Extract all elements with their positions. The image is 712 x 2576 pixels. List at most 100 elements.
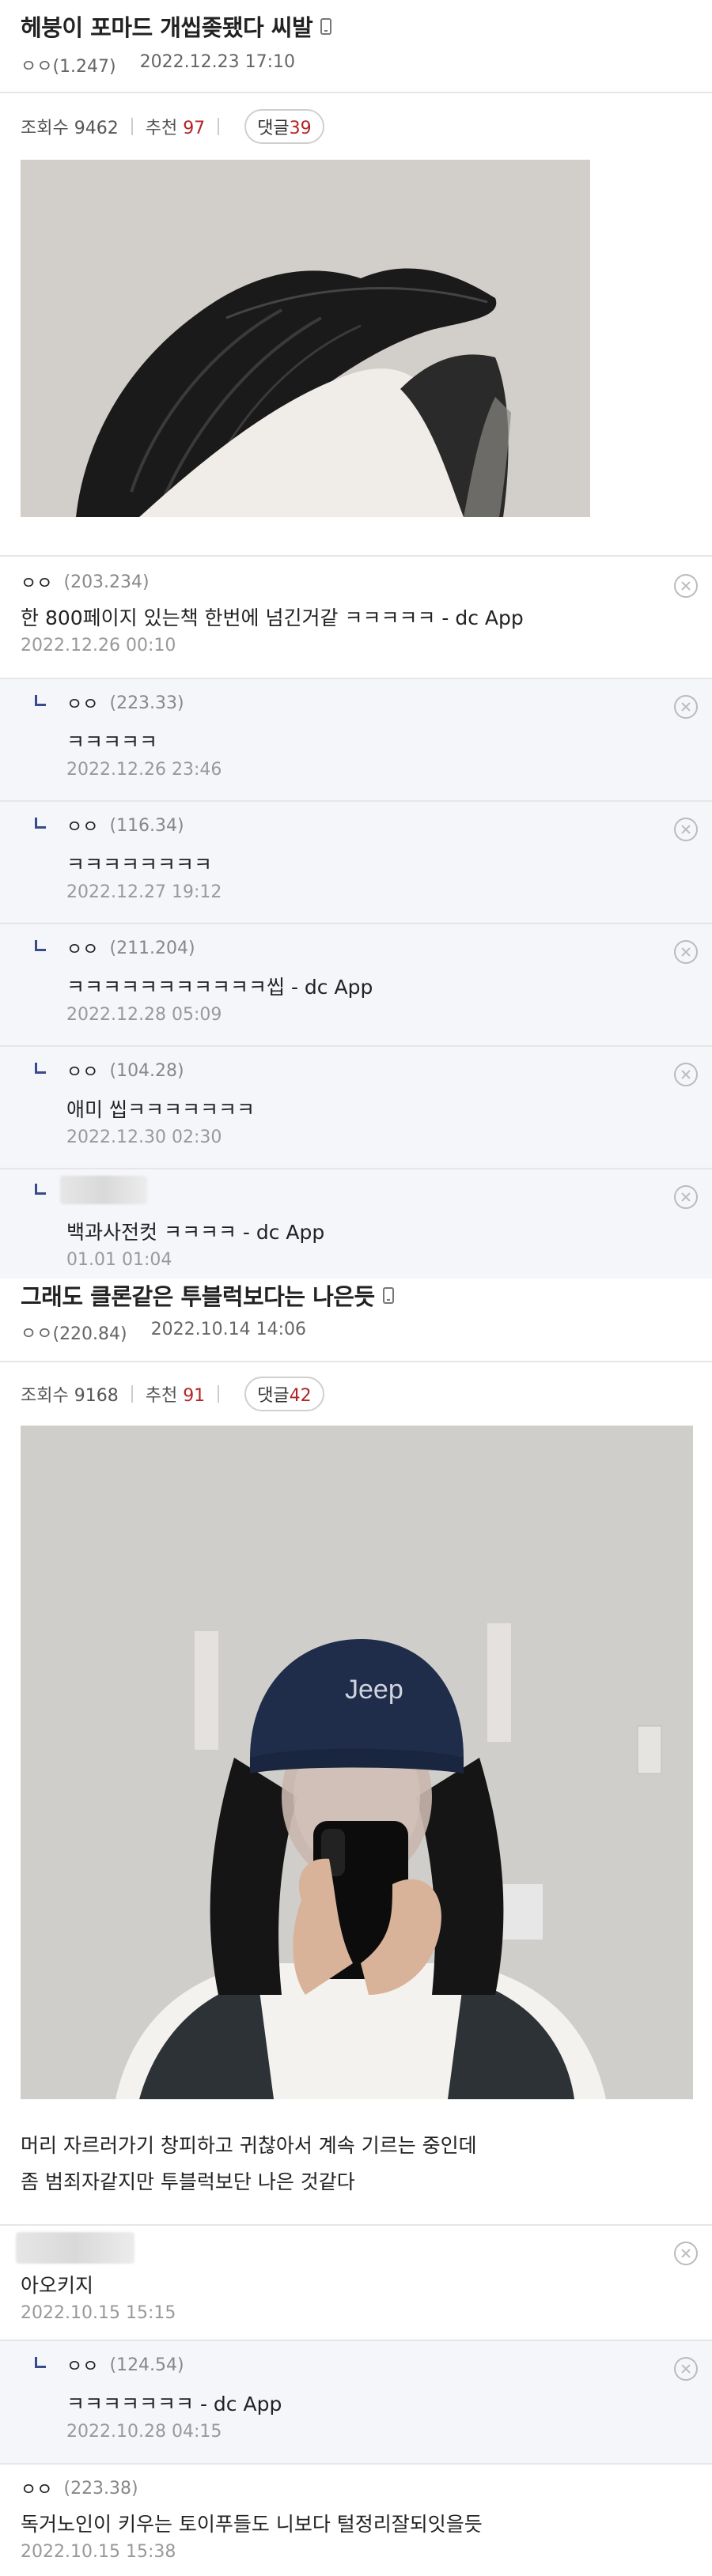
blurred-nickname (60, 1176, 147, 1204)
post-date: 2022.10.14 14:06 (150, 1320, 306, 1339)
separator (131, 1385, 133, 1403)
comment-text: 아오키지 (21, 2274, 94, 2297)
delete-comment-icon[interactable] (674, 2357, 698, 2381)
delete-comment-icon[interactable] (674, 1063, 698, 1086)
pompadour-photo (21, 160, 590, 517)
comment-nickname[interactable]: ㅇㅇ (21, 569, 52, 595)
comment-count-badge[interactable]: 댓글42 (244, 1377, 324, 1411)
reply-comment: 백과사전컷 ㅋㅋㅋㅋ - dc App 01.01 01:04 (0, 1169, 712, 1279)
recommend-value: 97 (183, 119, 206, 138)
post-meta: ㅇㅇ(1.247) 2022.12.23 17:10 (21, 52, 691, 77)
post-meta: ㅇㅇ(220.84) 2022.10.14 14:06 (21, 1320, 691, 1344)
comment-date: 2022.12.27 19:12 (66, 882, 222, 902)
comment-text: 백과사전컷 ㅋㅋㅋㅋ - dc App (66, 1221, 325, 1244)
comment-count: 42 (289, 1386, 312, 1406)
reply-comment: ㅇㅇ (116.34) ㅋㅋㅋㅋㅋㅋㅋㅋ 2022.12.27 19:12 (0, 802, 712, 924)
comment-text: ㅋㅋㅋㅋㅋ (66, 731, 158, 754)
reply-arrow-icon (35, 695, 46, 706)
mobile-phone-icon (382, 1286, 394, 1304)
reply-comment: ㅇㅇ (211.204) ㅋㅋㅋㅋㅋㅋㅋㅋㅋㅋㅋ씹 - dc App 2022.… (0, 924, 712, 1047)
comment: ㅇㅇ (223.38) 독거노인이 키우는 토이푸들도 니보다 털정리잘되잇을듯… (0, 2465, 712, 2567)
post-header: 헤붕이 포마드 개씹좆됐다 씨발 ㅇㅇ(1.247) 2022.12.23 17… (0, 0, 712, 77)
recommend-label: 추천 (145, 119, 178, 138)
comment-header: ㅇㅇ (223.33) (66, 690, 184, 716)
comment-header: ㅇㅇ (124.54) (66, 2352, 184, 2378)
comment-text: 한 800페이지 있는책 한번에 넘긴거같 ㅋㅋㅋㅋㅋ - dc App (21, 606, 524, 629)
comment-ip: (104.28) (109, 1060, 184, 1081)
comment-ip: (116.34) (109, 815, 184, 836)
view-count: 조회수 9462 (21, 119, 119, 138)
reply-arrow-icon (35, 1184, 46, 1195)
reply-comment: ㅇㅇ (124.54) ㅋㅋㅋㅋㅋㅋㅋ - dc App 2022.10.28 … (0, 2341, 712, 2465)
comment-header: ㅇㅇ (116.34) (66, 813, 184, 838)
comment-nickname[interactable]: ㅇㅇ (21, 2476, 52, 2501)
comment-ip: (211.204) (109, 938, 195, 958)
delete-comment-icon[interactable] (674, 818, 698, 841)
post-body-line: 머리 자르러가기 창피하고 귀찮아서 계속 기르는 중인데 (21, 2134, 477, 2157)
comment-header: ㅇㅇ (104.28) (66, 1058, 184, 1083)
comment-label: 댓글 (257, 119, 290, 138)
post-author[interactable]: ㅇㅇ(220.84) (21, 1320, 127, 1344)
separator (218, 118, 220, 135)
comment-date: 2022.12.30 02:30 (66, 1127, 222, 1147)
post-1: 헤붕이 포마드 개씹좆됐다 씨발 ㅇㅇ(1.247) 2022.12.23 17… (0, 0, 712, 1279)
delete-comment-icon[interactable] (674, 574, 698, 598)
comment-ip: (223.33) (109, 693, 184, 713)
blurred-nickname (16, 2232, 134, 2264)
reply-comment: ㅇㅇ (223.33) ㅋㅋㅋㅋㅋ 2022.12.26 23:46 (0, 679, 712, 802)
comment-date: 2022.12.28 05:09 (66, 1005, 222, 1025)
post-image: Jeep (21, 1426, 693, 2099)
reply-arrow-icon (35, 2357, 46, 2368)
delete-comment-icon[interactable] (674, 695, 698, 719)
post-body-line: 좀 범죄자같지만 투블럭보단 나은 것같다 (21, 2170, 355, 2193)
comment-text: ㅋㅋㅋㅋㅋㅋㅋㅋㅋㅋㅋ씹 - dc App (66, 976, 373, 999)
comment-text: ㅋㅋㅋㅋㅋㅋㅋㅋ (66, 853, 213, 876)
recommend-value: 91 (183, 1386, 206, 1406)
recommend-count: 추천 91 (146, 1381, 205, 1407)
comment-nickname[interactable]: ㅇㅇ (66, 690, 98, 716)
post-title-text: 헤붕이 포마드 개씹좆됐다 씨발 (21, 14, 313, 41)
comment: ㅇㅇ (203.234) 한 800페이지 있는책 한번에 넘긴거같 ㅋㅋㅋㅋㅋ… (0, 557, 712, 679)
comment-text: ㅋㅋㅋㅋㅋㅋㅋ - dc App (66, 2393, 282, 2415)
comment-nickname[interactable]: ㅇㅇ (66, 2352, 98, 2378)
comment-date: 2022.10.15 15:38 (21, 2542, 176, 2562)
delete-comment-icon[interactable] (674, 940, 698, 964)
post-stats: 조회수 9462 추천 97 댓글39 (0, 93, 712, 160)
comment-date: 2022.12.26 23:46 (66, 760, 222, 780)
post-header: 그래도 클론같은 투블럭보다는 나은듯 ㅇㅇ(220.84) 2022.10.1… (0, 1279, 712, 1344)
comment-count-badge[interactable]: 댓글39 (244, 109, 324, 144)
post-image (21, 160, 590, 517)
post-2: 그래도 클론같은 투블럭보다는 나은듯 ㅇㅇ(220.84) 2022.10.1… (0, 1279, 712, 2567)
reply-arrow-icon (35, 940, 46, 951)
post-title-text: 그래도 클론같은 투블럭보다는 나은듯 (21, 1283, 375, 1310)
recommend-label: 추천 (145, 1386, 178, 1406)
delete-comment-icon[interactable] (674, 1185, 698, 1209)
comment-header: ㅇㅇ (211.204) (66, 935, 195, 961)
comment-date: 2022.12.26 00:10 (21, 636, 176, 655)
post-body: 머리 자르러가기 창피하고 귀찮아서 계속 기르는 중인데 좀 범죄자같지만 투… (0, 2099, 712, 2224)
comment-header: ㅇㅇ (223.38) (21, 2476, 138, 2501)
comment-text: 독거노인이 키우는 토이푸들도 니보다 털정리잘되잇을듯 (21, 2513, 483, 2536)
comment-ip: (223.38) (63, 2478, 138, 2499)
reply-comment: ㅇㅇ (104.28) 애미 씹ㅋㅋㅋㅋㅋㅋㅋ 2022.12.30 02:30 (0, 1047, 712, 1169)
comment-nickname[interactable]: ㅇㅇ (66, 1058, 98, 1083)
reply-arrow-icon (35, 1063, 46, 1074)
mobile-phone-icon (320, 17, 332, 35)
comment-header: ㅇㅇ (203.234) (21, 569, 150, 595)
post-title: 헤붕이 포마드 개씹좆됐다 씨발 (21, 9, 691, 43)
post-author[interactable]: ㅇㅇ(1.247) (21, 52, 116, 77)
comment-ip: (203.234) (63, 572, 150, 592)
cap-logo-text: Jeep (345, 1675, 403, 1705)
post-stats: 조회수 9168 추천 91 댓글42 (0, 1362, 712, 1426)
comment-nickname[interactable]: ㅇㅇ (66, 935, 98, 961)
comment: 아오키지 2022.10.15 15:15 (0, 2226, 712, 2341)
comment-nickname[interactable]: ㅇㅇ (66, 813, 98, 838)
selfie-photo: Jeep (21, 1426, 693, 2099)
delete-comment-icon[interactable] (674, 2242, 698, 2265)
view-count: 조회수 9168 (21, 1386, 119, 1406)
post-title: 그래도 클론같은 투블럭보다는 나은듯 (21, 1279, 691, 1312)
comment-text: 애미 씹ㅋㅋㅋㅋㅋㅋㅋ (66, 1098, 255, 1121)
comment-date: 2022.10.15 15:15 (21, 2303, 176, 2323)
comment-date: 01.01 01:04 (66, 1250, 172, 1270)
recommend-count: 추천 97 (146, 114, 205, 139)
